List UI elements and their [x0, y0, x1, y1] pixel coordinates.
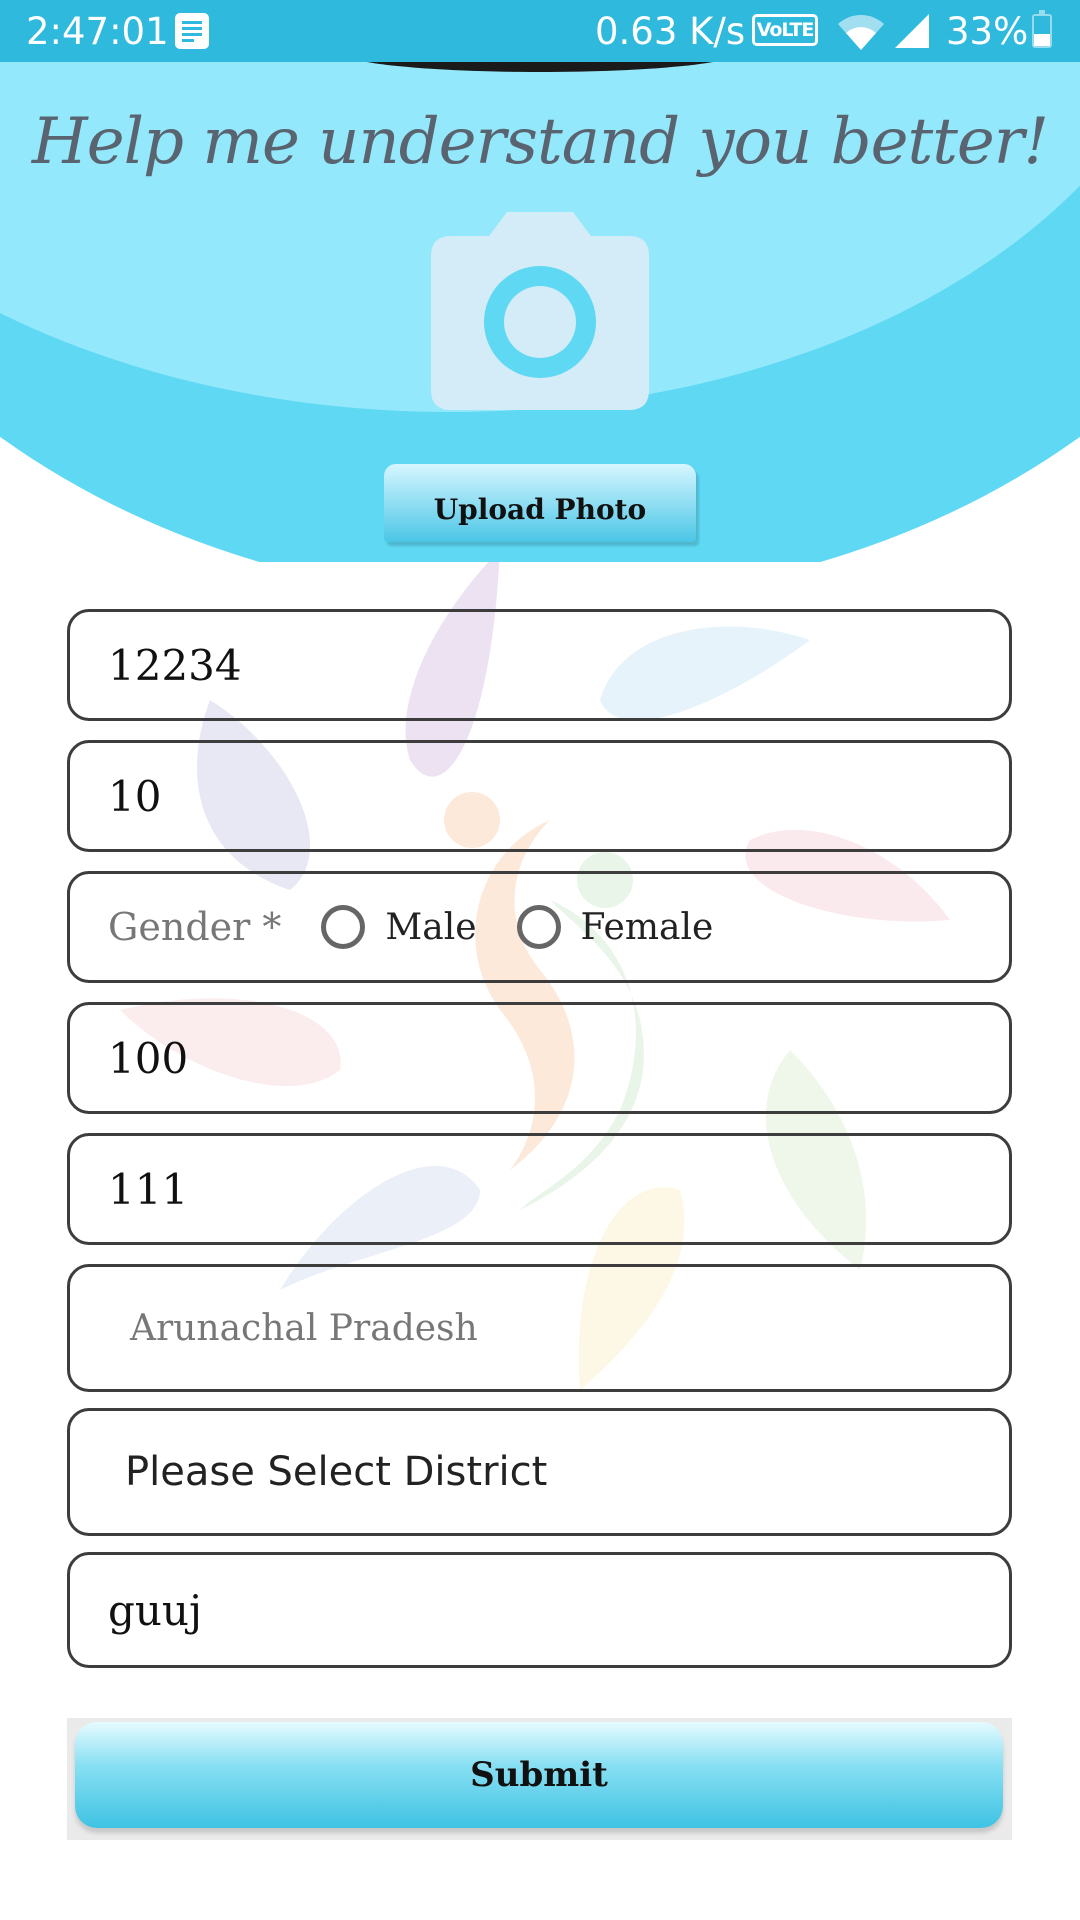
- district-select[interactable]: Please Select District: [67, 1408, 1012, 1536]
- volte-icon: VoLTE: [752, 14, 818, 46]
- male-radio[interactable]: [321, 905, 366, 949]
- district-select-value: Please Select District: [125, 1449, 548, 1495]
- battery-icon: [1032, 10, 1052, 48]
- upload-photo-button[interactable]: Upload Photo: [384, 464, 696, 542]
- submit-container: Submit: [67, 1718, 1012, 1840]
- input-field-2-value: 10: [108, 771, 162, 821]
- network-speed: 0.63 K/s: [595, 10, 746, 53]
- input-field-1[interactable]: 12234: [67, 609, 1012, 721]
- wifi-icon: [838, 15, 884, 50]
- gender-label: Gender *: [108, 905, 282, 949]
- input-field-5-value: 111: [108, 1164, 189, 1214]
- female-radio-label[interactable]: Female: [581, 907, 714, 948]
- status-bar: 2:47:01 0.63 K/s VoLTE 33%: [0, 0, 1080, 62]
- input-field-4[interactable]: 100: [67, 1002, 1012, 1114]
- input-field-4-value: 100: [108, 1033, 189, 1083]
- male-radio-label[interactable]: Male: [385, 907, 476, 948]
- cell-signal-icon: [895, 14, 929, 48]
- state-select[interactable]: Arunachal Pradesh: [67, 1264, 1012, 1392]
- input-field-5[interactable]: 111: [67, 1133, 1012, 1245]
- gender-field: Gender * Male Female: [67, 871, 1012, 983]
- input-field-1-value: 12234: [108, 640, 242, 690]
- document-notification-icon: [175, 13, 209, 49]
- camera-icon[interactable]: [429, 210, 651, 410]
- battery-percent: 33%: [946, 10, 1029, 53]
- submit-button[interactable]: Submit: [75, 1722, 1003, 1828]
- state-select-value: Arunachal Pradesh: [130, 1307, 478, 1349]
- input-field-8[interactable]: guuj: [67, 1552, 1012, 1668]
- page-title: Help me understand you better!: [31, 105, 1049, 179]
- status-time: 2:47:01: [26, 10, 169, 53]
- input-field-8-value: guuj: [108, 1585, 203, 1635]
- female-radio[interactable]: [516, 905, 561, 949]
- input-field-2[interactable]: 10: [67, 740, 1012, 852]
